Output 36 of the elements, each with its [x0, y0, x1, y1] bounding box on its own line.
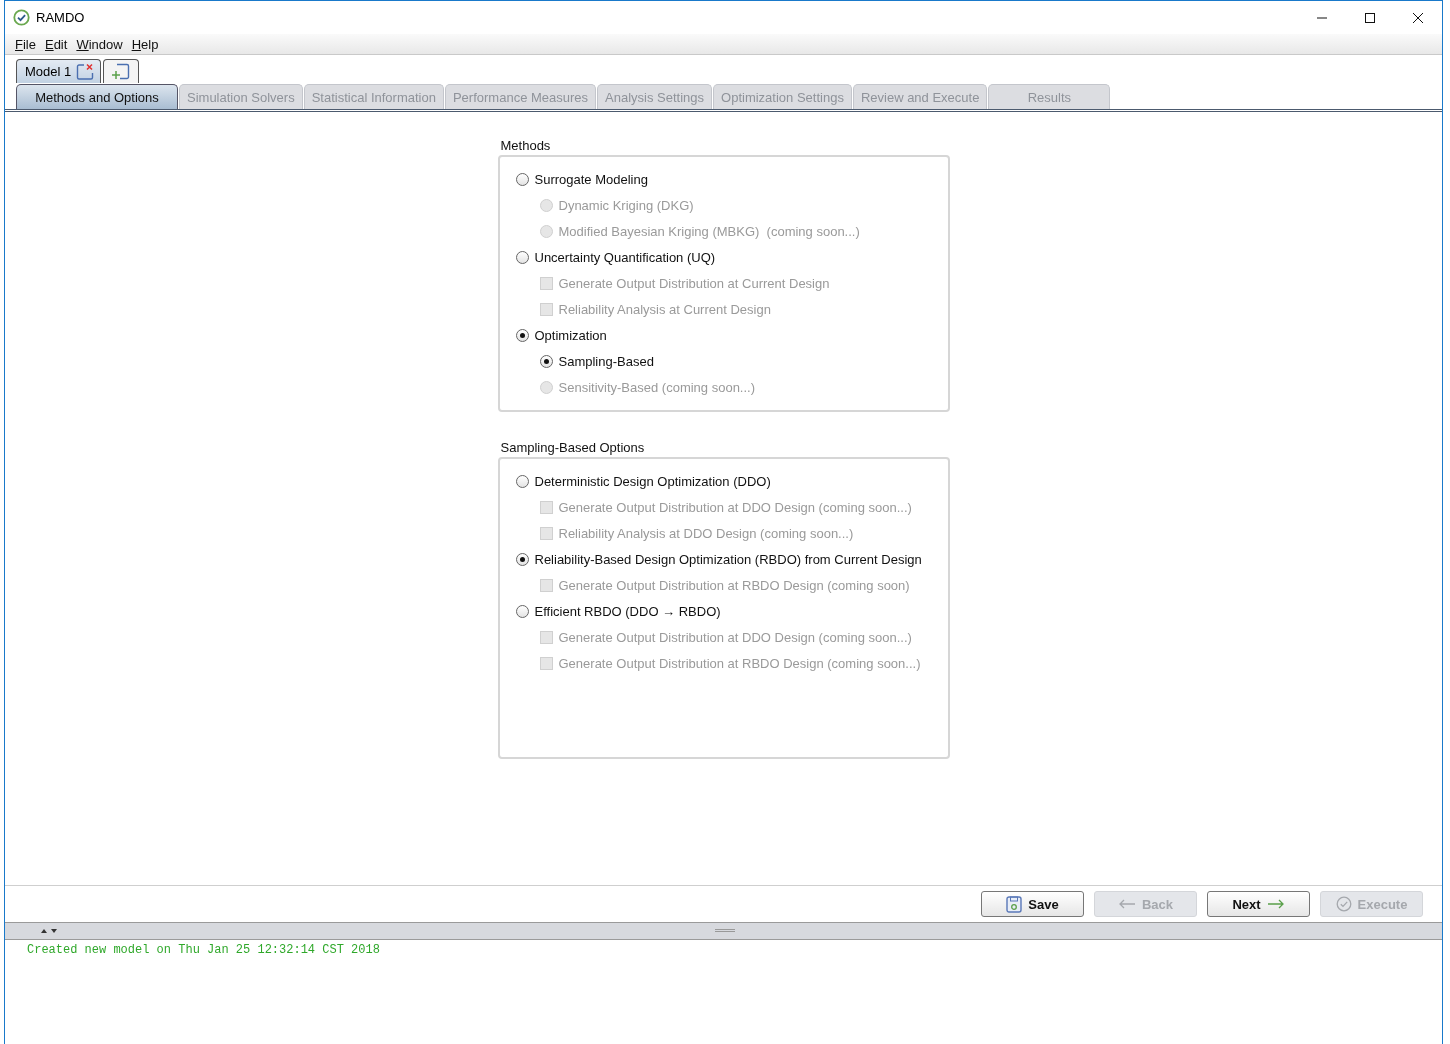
menu-item[interactable]: Edit [44, 36, 68, 52]
model-tab[interactable]: Model 1 [16, 59, 102, 83]
tab[interactable]: Optimization Settings [713, 84, 852, 109]
next-button[interactable]: Next [1207, 891, 1310, 917]
option-label: Sensitivity-Based (coming soon...) [558, 379, 756, 395]
option-label: Generate Output Distribution at DDO Design (coming soon...) [558, 499, 912, 515]
option-label: Surrogate Modeling [534, 171, 648, 187]
option-label: Dynamic Kriging (DKG) [558, 197, 694, 213]
option-label: Modified Bayesian Kriging (MBKG) (coming soon...) [558, 223, 860, 239]
tab[interactable]: Simulation Solvers [179, 84, 303, 109]
group-title: Methods [499, 138, 552, 155]
option-label: Generate Output Distribution at DDO Design (coming soon...) [558, 629, 912, 645]
option-label: Generate Output Distribution at Current Design [558, 275, 830, 291]
option-label: Sampling-Based [558, 353, 654, 369]
save-button[interactable]: Save [981, 891, 1084, 917]
option-label: Deterministic Design Optimization (DDO) [534, 473, 771, 489]
option-label: Optimization [534, 327, 607, 343]
tab[interactable]: Analysis Settings [597, 84, 713, 109]
option-label: Reliability-Based Design Optimization (RBDO) from Current Design [534, 551, 922, 567]
menu-item[interactable]: File [15, 36, 36, 52]
option-label: Generate Output Distribution at RBDO Design (coming soon...) [558, 655, 921, 671]
menu-item[interactable]: Window [76, 36, 123, 52]
option-label: Generate Output Distribution at RBDO Design (coming soon) [558, 577, 910, 593]
tab[interactable]: Results [988, 84, 1111, 109]
tab[interactable]: Performance Measures [444, 84, 597, 109]
option-label: Reliability Analysis at Current Design [558, 301, 771, 317]
window-title: RAMDO [36, 10, 86, 25]
tab[interactable]: Methods and Options [16, 84, 178, 109]
group-title: Sampling-Based Options [499, 440, 646, 457]
tab[interactable]: Statistical Information [303, 84, 444, 109]
menu-item[interactable]: Help [131, 36, 159, 52]
option-label: Efficient RBDO (DDO → RBDO) [534, 603, 721, 619]
option-label: Reliability Analysis at DDO Design (coming soon...) [558, 525, 854, 541]
log-message: Created new model on Thu Jan 25 12:32:14 CST 2018 [27, 943, 381, 957]
tab[interactable]: Review and Execute [852, 84, 988, 109]
option-label: Uncertainty Quantification (UQ) [534, 249, 716, 265]
